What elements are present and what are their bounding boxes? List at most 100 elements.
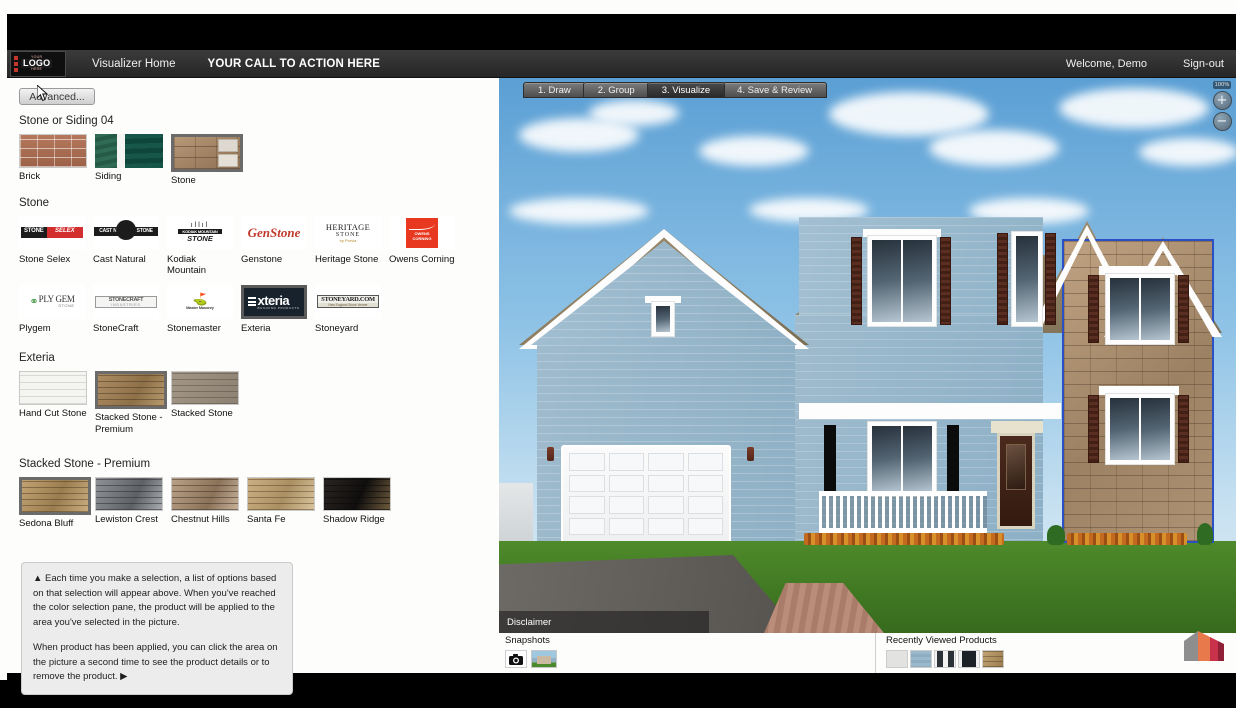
color-group-title: Stacked Stone - Premium [19, 457, 151, 470]
product-stacked-stone-premium[interactable]: Stacked Stone - Premium [95, 371, 167, 436]
tower-window-lower[interactable] [1105, 393, 1175, 465]
swatch-brick-label: Brick [19, 171, 41, 182]
signout-link[interactable]: Sign-out [1183, 58, 1224, 70]
bush [1047, 525, 1065, 545]
bottom-bar: Snapshots Recently Viewed Products [499, 633, 1236, 673]
color-shadow-ridge[interactable]: Shadow Ridge [323, 476, 393, 526]
brand-owens-label: Owens Corning [389, 253, 455, 265]
color-chestnut-hills[interactable]: Chestnut Hills [171, 476, 241, 526]
zoom-in-button[interactable]: + [1212, 91, 1232, 110]
snapshots-title: Snapshots [505, 635, 550, 646]
product-stacked-stone-image [171, 371, 239, 406]
swatch-stone-image [171, 134, 243, 172]
tower-window-lower-glass [1109, 397, 1171, 461]
product-hand-cut-stone[interactable]: Hand Cut Stone [19, 371, 89, 420]
garage-lamp-right [747, 447, 754, 461]
recent-swatch-dark-window[interactable] [958, 650, 980, 668]
shutter-right [1178, 395, 1189, 463]
group-exteria-products: Exteria Hand Cut Stone Stacked Stone - P… [19, 352, 499, 436]
color-santa-fe[interactable]: Santa Fe [247, 476, 317, 526]
brand-kodiak-mountain[interactable]: ıllıl KODIAK MOUNTAIN STONE Kodiak Mount… [167, 215, 237, 277]
brand-heritage-logo-icon: HERITAGE STONE by Provia [315, 215, 381, 250]
snapshot-thumbnail[interactable] [531, 650, 557, 668]
brand-heritage-stone[interactable]: HERITAGE STONE by Provia Heritage Stone [315, 215, 385, 265]
upper-window-double[interactable] [867, 235, 937, 327]
product-stacked-stone[interactable]: Stacked Stone [171, 371, 241, 420]
brand-logo[interactable]: YOUR LOGO HERE [10, 50, 66, 77]
advanced-button[interactable]: Advanced... [19, 88, 95, 105]
corner-house-logo-icon [1180, 627, 1226, 661]
recent-swatch-stone[interactable] [982, 650, 1004, 668]
color-lewiston-crest-image [95, 476, 163, 511]
recent-swatch-white[interactable] [886, 650, 908, 668]
living-room-window[interactable] [867, 421, 937, 497]
shutter-right [1045, 233, 1056, 325]
attic-window[interactable] [651, 301, 675, 337]
swatch-stone[interactable]: Stone [171, 134, 243, 187]
group-stone-brands: Stone STONE SELEX Stone Selex CAST STONE… [19, 197, 499, 334]
help-paragraph-2: When product has been applied, you can c… [33, 641, 278, 683]
flowerbed-left [804, 533, 1004, 545]
color-lewiston-crest[interactable]: Lewiston Crest [95, 476, 165, 526]
brand-stone-selex-logo-icon: STONE SELEX [19, 215, 85, 250]
step-tab-save-review[interactable]: 4. Save & Review [722, 82, 828, 98]
swatch-brick[interactable]: Brick [19, 134, 89, 183]
brand-exteria[interactable]: xteria BUILDING PRODUCTS Exteria [241, 284, 311, 334]
upper-window-narrow[interactable] [1011, 231, 1043, 327]
help-paragraph-1: ▲ Each time you make a selection, a list… [33, 573, 277, 629]
brand-plygem-label: Plygem [19, 322, 51, 334]
visualizer-pane: 1. Draw 2. Group 3. Visualize 4. Save & … [499, 78, 1236, 673]
recent-swatch-blue-siding[interactable] [910, 650, 932, 668]
brand-owens-corning[interactable]: OWENS CORNING Owens Corning [389, 215, 459, 265]
color-sedona-bluff-image [19, 476, 91, 515]
brand-stonemaster[interactable]: ⛳ Master Masonry Stonemaster [167, 284, 237, 334]
neighbor-house [499, 483, 533, 541]
brand-kodiak-logo-icon: ıllıl KODIAK MOUNTAIN STONE [167, 215, 233, 250]
brand-owens-logo-icon: OWENS CORNING [389, 215, 455, 250]
color-sedona-bluff[interactable]: Sedona Bluff [19, 476, 91, 530]
porch-railing [819, 491, 987, 533]
swatch-siding-label: Siding [95, 171, 122, 182]
step-tab-group[interactable]: 2. Group [582, 82, 650, 98]
main-body: Advanced... Stone or Siding 04 Brick Sid… [7, 78, 1236, 696]
product-selection-panel: Advanced... Stone or Siding 04 Brick Sid… [7, 78, 499, 696]
product-hand-cut-stone-image [19, 371, 87, 406]
brand-genstone[interactable]: GenStone Genstone [241, 215, 311, 265]
nav-visualizer-home[interactable]: Visualizer Home [92, 58, 176, 70]
shutter-left [1088, 275, 1099, 343]
tower-window-upper[interactable] [1105, 273, 1175, 345]
garage-door[interactable] [561, 445, 731, 541]
disclaimer-label[interactable]: Disclaimer [499, 611, 709, 633]
workflow-steps: 1. Draw 2. Group 3. Visualize 4. Save & … [523, 82, 828, 98]
swatch-stone-label: Stone [171, 175, 196, 186]
recent-swatch-window-pair[interactable] [934, 650, 956, 668]
letterbox-top [0, 0, 1236, 50]
porch-shutter-left [824, 425, 836, 495]
brand-genstone-logo-icon: GenStone [241, 215, 307, 250]
zoom-control: 100% + − [1211, 81, 1233, 131]
brand-stoneyard-logo-icon: STONEYARD.COM New England Stone Veneer [315, 284, 381, 319]
house-preview-canvas[interactable]: 1. Draw 2. Group 3. Visualize 4. Save & … [499, 78, 1236, 633]
brand-cast-natural[interactable]: CAST NATURAL STONE Cast Natural [93, 215, 163, 265]
step-tab-draw[interactable]: 1. Draw [523, 82, 586, 98]
brand-stoneyard[interactable]: STONEYARD.COM New England Stone Veneer S… [315, 284, 385, 334]
brand-stonecraft[interactable]: STONECRAFT INDUSTRIES StoneCraft [93, 284, 163, 334]
shutter-left [851, 237, 862, 325]
brand-cast-natural-label: Cast Natural [93, 253, 146, 265]
step-tab-visualize[interactable]: 3. Visualize [646, 82, 726, 98]
brand-stonemaster-logo-icon: ⛳ Master Masonry [167, 284, 233, 319]
zoom-out-button[interactable]: − [1212, 112, 1232, 131]
nav-call-to-action[interactable]: YOUR CALL TO ACTION HERE [208, 58, 381, 70]
swatch-siding[interactable]: Siding [95, 134, 165, 183]
shutter-left [997, 233, 1008, 325]
brand-plygem[interactable]: ⚭ PLY GEM STONE Plygem [19, 284, 89, 334]
page-left-edge [0, 14, 7, 680]
snapshots-section: Snapshots [499, 633, 869, 673]
color-santa-fe-label: Santa Fe [247, 513, 286, 525]
porch-shutter-right [947, 425, 959, 495]
front-door[interactable] [997, 433, 1035, 529]
brand-stone-selex[interactable]: STONE SELEX Stone Selex [19, 215, 89, 265]
brand-stone-selex-label: Stone Selex [19, 253, 71, 265]
brand-stonecraft-logo-icon: STONECRAFT INDUSTRIES [93, 284, 159, 319]
camera-icon[interactable] [505, 650, 527, 668]
